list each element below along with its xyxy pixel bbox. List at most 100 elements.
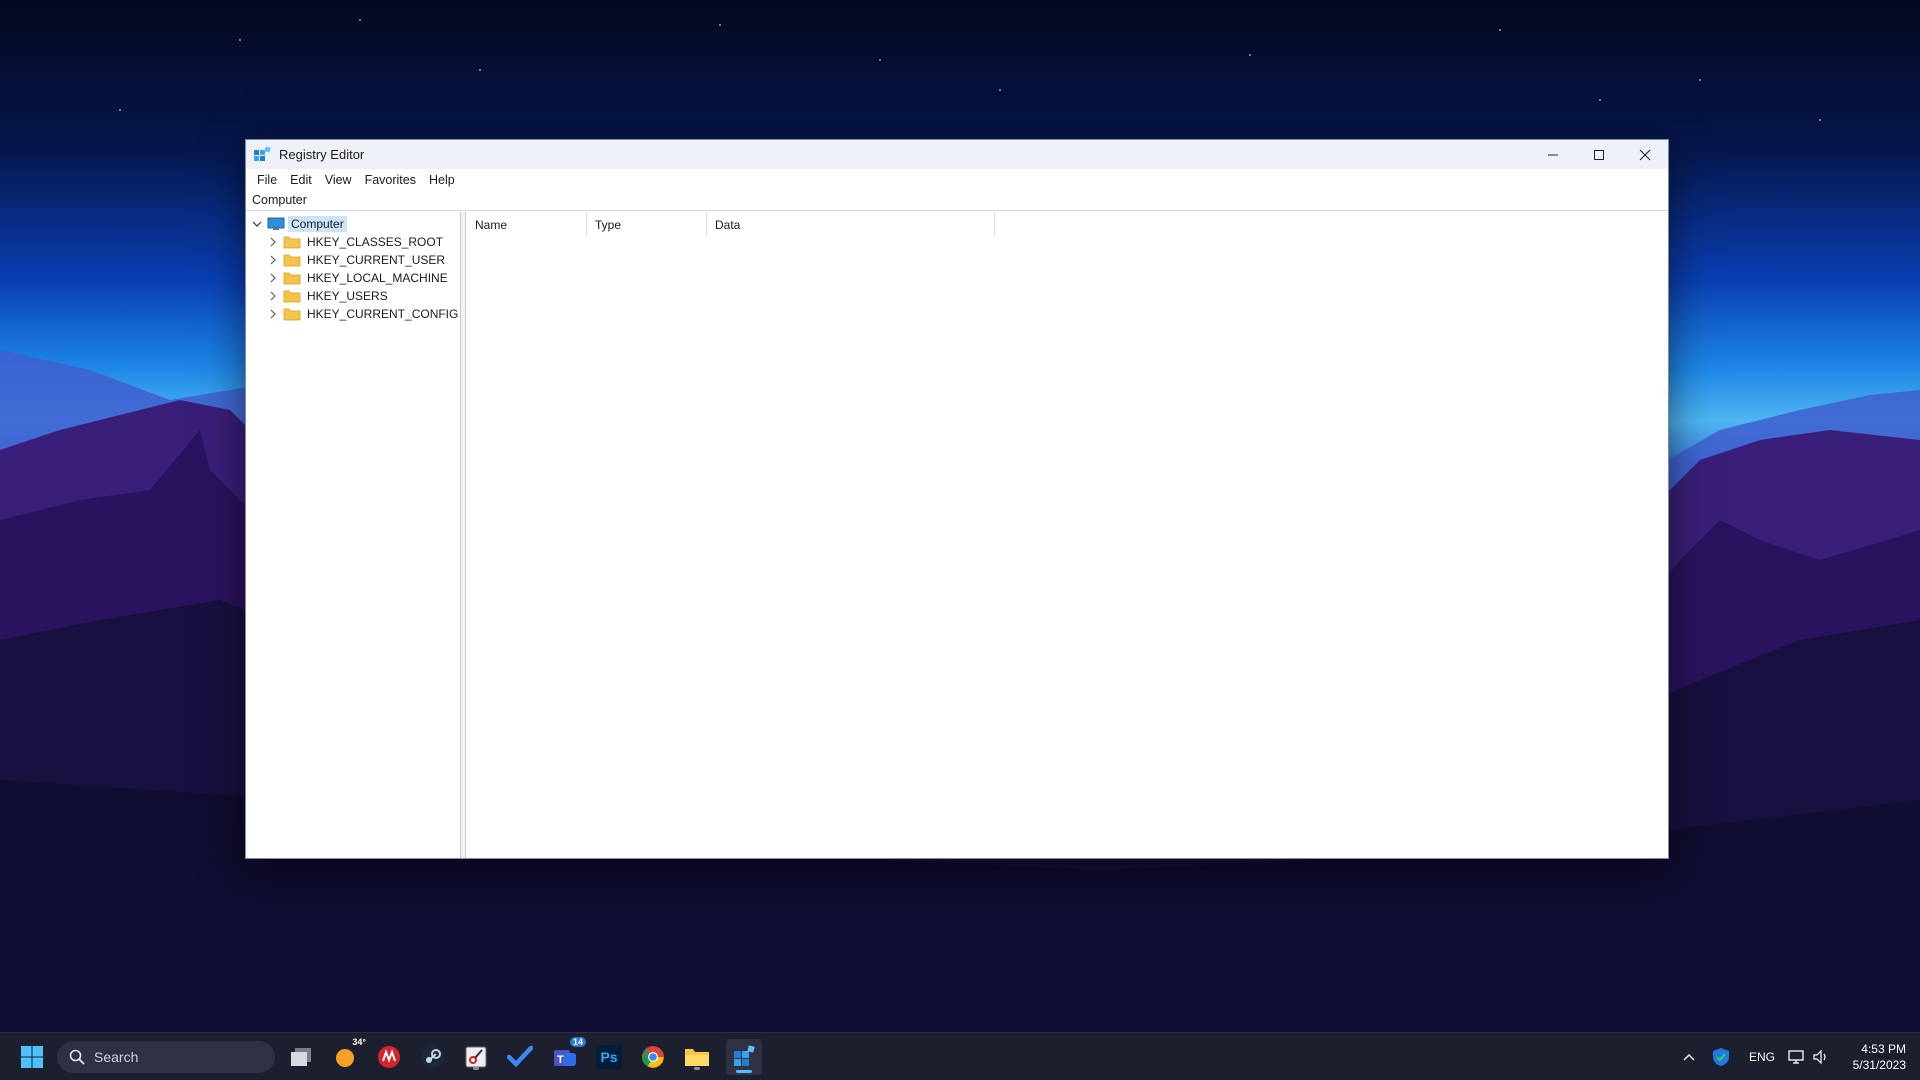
language-indicator[interactable]: ENG [1749, 1050, 1775, 1064]
chevron-right-icon [270, 237, 276, 247]
volume-icon [1813, 1049, 1826, 1065]
teams-icon: T [554, 1050, 576, 1066]
taskbar: Search 34° T 14 Ps ENG 4:53 PM 5/31/2023 [0, 1032, 1920, 1080]
values-list[interactable]: Name Type Data [467, 212, 1668, 858]
weather-icon [336, 1049, 354, 1067]
expand-toggle[interactable] [266, 289, 280, 303]
menu-edit[interactable]: Edit [285, 173, 320, 187]
registry-editor-icon [734, 1045, 755, 1066]
pane-splitter[interactable] [461, 212, 466, 858]
file-explorer-icon [685, 1049, 709, 1066]
clock-date: 5/31/2023 [1852, 1058, 1906, 1072]
maximize-icon [1594, 149, 1604, 160]
steam-icon [422, 1046, 444, 1068]
menu-file[interactable]: File [252, 173, 285, 187]
chevron-right-icon [270, 309, 276, 319]
registry-editor-window: Registry Editor File Edit View Favorites… [245, 139, 1669, 859]
chevron-down-icon [252, 221, 262, 227]
tree-label: HKEY_CURRENT_USER [307, 253, 446, 267]
folder-icon [283, 254, 301, 267]
network-icon [1788, 1050, 1804, 1064]
task-view-button[interactable] [286, 1042, 316, 1072]
folder-icon [283, 290, 301, 303]
tree-item-hkey-current-user[interactable]: HKEY_CURRENT_USER [266, 251, 448, 269]
title-bar[interactable]: Registry Editor [246, 140, 1668, 169]
search-icon [69, 1049, 85, 1065]
tree-item-hkey-current-config[interactable]: HKEY_CURRENT_CONFIG [266, 305, 461, 323]
taskbar-chrome[interactable] [638, 1042, 668, 1072]
notification-badge: 14 [569, 1037, 586, 1047]
menu-view[interactable]: View [320, 173, 360, 187]
taskbar-steam[interactable] [418, 1042, 448, 1072]
snipping-tool-icon [465, 1046, 487, 1068]
windows-start-icon [21, 1046, 43, 1068]
weather-temp: 34° [352, 1037, 366, 1047]
search-input[interactable]: Search [57, 1041, 275, 1073]
column-header-data[interactable]: Data [707, 212, 995, 236]
collapse-toggle[interactable] [250, 217, 264, 231]
app-red-icon [378, 1046, 400, 1068]
close-icon [1639, 149, 1651, 160]
taskbar-photoshop[interactable]: Ps [594, 1042, 624, 1072]
registry-tree[interactable]: Computer HKEY_CLASSES_ROOT HKEY_CURRENT_… [246, 212, 461, 858]
chrome-icon [642, 1046, 664, 1068]
minimize-button[interactable] [1530, 140, 1576, 169]
tree-label-computer: Computer [288, 216, 347, 232]
computer-icon [267, 217, 285, 230]
address-bar[interactable]: Computer [246, 191, 1668, 211]
chevron-up-icon [1683, 1054, 1695, 1061]
expand-toggle[interactable] [266, 271, 280, 285]
weather-widget[interactable]: 34° [330, 1037, 366, 1072]
running-indicator [694, 1067, 700, 1070]
expand-toggle[interactable] [266, 307, 280, 321]
tree-label: HKEY_CLASSES_ROOT [307, 235, 444, 249]
chevron-right-icon [270, 291, 276, 301]
photoshop-icon: Ps [596, 1045, 622, 1069]
start-button[interactable] [17, 1042, 47, 1072]
chevron-right-icon [270, 255, 276, 265]
maximize-button[interactable] [1576, 140, 1622, 169]
tray-volume[interactable] [1810, 1042, 1832, 1072]
tree-label: HKEY_USERS [307, 289, 388, 303]
column-header-type[interactable]: Type [587, 212, 707, 236]
column-header-name[interactable]: Name [467, 212, 587, 236]
task-view-icon [291, 1048, 311, 1066]
folder-icon [283, 308, 301, 321]
expand-toggle[interactable] [266, 253, 280, 267]
chevron-right-icon [270, 273, 276, 283]
search-placeholder: Search [94, 1049, 139, 1065]
tree-item-hkey-local-machine[interactable]: HKEY_LOCAL_MACHINE [266, 269, 451, 287]
tree-item-hkey-classes-root[interactable]: HKEY_CLASSES_ROOT [266, 233, 446, 251]
minimize-icon [1548, 154, 1558, 155]
taskbar-registry-editor[interactable] [726, 1039, 762, 1075]
tree-item-hkey-users[interactable]: HKEY_USERS [266, 287, 391, 305]
tree-label: HKEY_CURRENT_CONFIG [307, 307, 459, 321]
folder-icon [283, 272, 301, 285]
column-headers: Name Type Data [467, 212, 995, 236]
tray-network[interactable] [1786, 1042, 1808, 1072]
svg-text:T: T [557, 1054, 564, 1066]
menu-favorites[interactable]: Favorites [360, 173, 424, 187]
taskbar-snipping-tool[interactable] [461, 1042, 491, 1072]
clock-time: 4:53 PM [1861, 1042, 1906, 1056]
taskbar-clock[interactable]: 4:53 PM 5/31/2023 [1853, 1041, 1906, 1073]
tray-security[interactable] [1710, 1042, 1732, 1072]
taskbar-todo[interactable] [505, 1042, 535, 1072]
tree-item-computer[interactable]: Computer [250, 215, 347, 233]
taskbar-app-red[interactable] [374, 1042, 404, 1072]
menu-bar: File Edit View Favorites Help [246, 169, 1668, 191]
running-indicator [473, 1067, 479, 1070]
menu-help[interactable]: Help [424, 173, 463, 187]
show-hidden-icons-button[interactable] [1678, 1042, 1700, 1072]
todo-icon [507, 1045, 533, 1068]
shield-icon [1713, 1048, 1729, 1066]
taskbar-file-explorer[interactable] [682, 1042, 712, 1072]
close-button[interactable] [1622, 140, 1668, 169]
active-indicator [736, 1070, 752, 1073]
tree-label: HKEY_LOCAL_MACHINE [307, 271, 448, 285]
expand-toggle[interactable] [266, 235, 280, 249]
registry-editor-icon [254, 145, 271, 161]
window-controls [1530, 140, 1668, 169]
taskbar-teams[interactable]: T 14 [550, 1037, 586, 1072]
folder-icon [283, 236, 301, 249]
